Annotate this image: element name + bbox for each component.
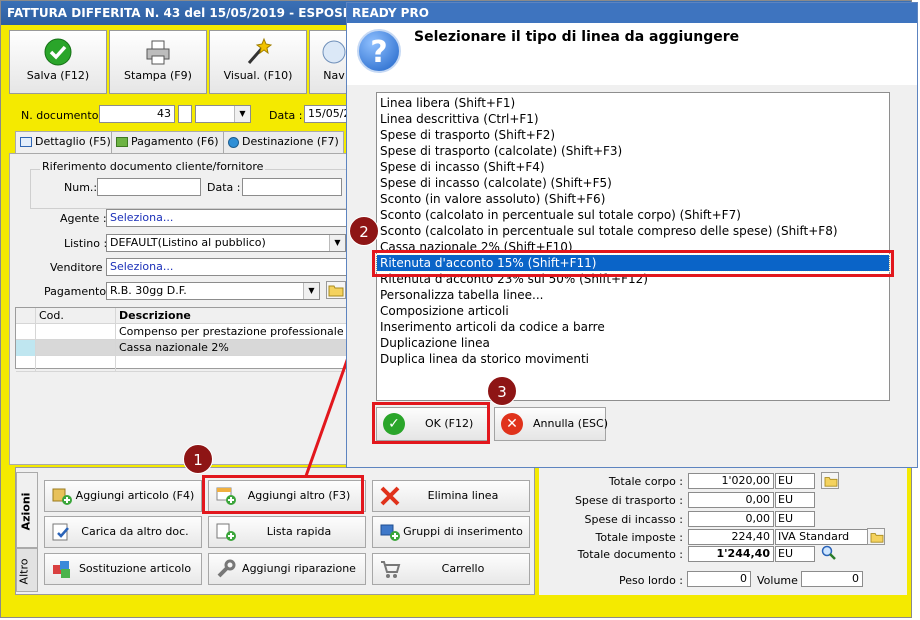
- dialog-header: ? Selezionare il tipo di linea da aggiun…: [347, 23, 917, 85]
- list-item[interactable]: Spese di incasso (calcolate) (Shift+F5): [377, 175, 889, 191]
- dialog-title: READY PRO: [347, 3, 917, 23]
- list-item[interactable]: Sconto (calcolato in percentuale sul tot…: [377, 207, 889, 223]
- cancel-label: Annulla (ESC): [533, 417, 608, 430]
- dialog-heading: Selezionare il tipo di linea da aggiunge…: [414, 29, 740, 45]
- list-item[interactable]: Duplica linea da storico movimenti: [377, 351, 889, 367]
- list-item[interactable]: Spese di trasporto (calcolate) (Shift+F3…: [377, 143, 889, 159]
- list-item[interactable]: Sconto (in valore assoluto) (Shift+F6): [377, 191, 889, 207]
- list-item[interactable]: Spese di incasso (Shift+F4): [377, 159, 889, 175]
- list-item[interactable]: Linea descrittiva (Ctrl+F1): [377, 111, 889, 127]
- line-type-list[interactable]: Linea libera (Shift+F1) Linea descrittiv…: [376, 92, 890, 401]
- question-icon: ?: [357, 29, 401, 73]
- annotation-box-2: [372, 250, 894, 277]
- line-type-dialog: READY PRO ? Selezionare il tipo di linea…: [346, 2, 918, 468]
- annotation-box-3: [372, 402, 490, 444]
- annotation-badge-3: 3: [487, 376, 517, 406]
- list-item[interactable]: Personalizza tabella linee...: [377, 287, 889, 303]
- list-item[interactable]: Duplicazione linea: [377, 335, 889, 351]
- list-item[interactable]: Inserimento articoli da codice a barre: [377, 319, 889, 335]
- list-item[interactable]: Spese di trasporto (Shift+F2): [377, 127, 889, 143]
- list-item[interactable]: Linea libera (Shift+F1): [377, 95, 889, 111]
- list-item[interactable]: Composizione articoli: [377, 303, 889, 319]
- cancel-button[interactable]: ✕ Annulla (ESC): [494, 407, 608, 441]
- cancel-x-icon: ✕: [501, 413, 523, 435]
- annotation-badge-2: 2: [349, 216, 379, 246]
- list-item[interactable]: Sconto (calcolato in percentuale sul tot…: [377, 223, 889, 239]
